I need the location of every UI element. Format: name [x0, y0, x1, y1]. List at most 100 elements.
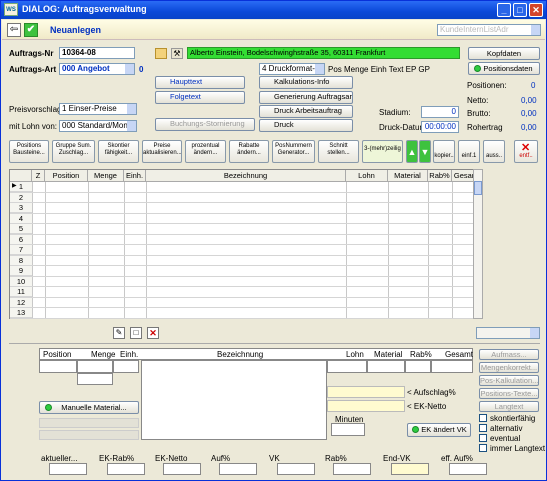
- table-row[interactable]: 3: [10, 203, 481, 214]
- generierung-button[interactable]: Generierung Auftragsarten: [259, 91, 353, 104]
- table-row[interactable]: 4: [10, 213, 481, 224]
- title-bar: WS DIALOG: Auftragsverwaltung _ □ ✕: [1, 1, 546, 19]
- schnittstellen-button[interactable]: Schnitt stellen...: [318, 140, 359, 163]
- table-row[interactable]: 7: [10, 245, 481, 256]
- positionsdaten-label: Positionsdaten: [483, 64, 533, 73]
- immer-langtext-checkbox[interactable]: [479, 444, 487, 452]
- haupttext-button[interactable]: Haupttext: [155, 76, 245, 89]
- aufschlag-input[interactable]: [327, 386, 405, 398]
- table-row[interactable]: 5: [10, 224, 481, 235]
- netto-label: Netto:: [467, 96, 489, 105]
- address-field[interactable]: Alberto Einstein, Bodelschwinghstraße 35…: [187, 47, 460, 59]
- remove-icon[interactable]: ✕: [147, 327, 159, 339]
- positions-bausteine-button[interactable]: Positions Bausteine...: [9, 140, 49, 163]
- detail-lohn-input[interactable]: [327, 360, 367, 373]
- druck-arbeitsauftrag-button[interactable]: Druck Arbeitsauftrag: [259, 105, 353, 118]
- immer-langtext-label: immer Langtext: [490, 444, 546, 453]
- detail-header-menge: Menge: [91, 350, 116, 359]
- table-row[interactable]: 10: [10, 276, 481, 287]
- table-row[interactable]: 13: [10, 308, 481, 319]
- minimize-button[interactable]: _: [497, 3, 511, 17]
- grid-scroll-thumb[interactable]: [474, 181, 482, 195]
- kalkulations-info-button[interactable]: Kalkulations-Info: [259, 76, 353, 89]
- folgetext-button[interactable]: Folgetext: [155, 91, 245, 104]
- aufmass-button[interactable]: Aufmass...: [479, 349, 539, 360]
- detail-readonly-1: [39, 418, 139, 428]
- detail-material-input[interactable]: [367, 360, 405, 373]
- positionen-value: 0: [531, 81, 536, 90]
- minuten-input[interactable]: [331, 423, 365, 436]
- exit-icon[interactable]: ⇦: [7, 23, 21, 37]
- druck-arb-label: Druck Arbeitsauftrag: [274, 106, 342, 115]
- posnummern-button[interactable]: PosNummern Generator...: [272, 140, 315, 163]
- table-row[interactable]: 9: [10, 266, 481, 277]
- gruppe-sum-button[interactable]: Gruppe Sum. Zuschlag...: [52, 140, 95, 163]
- footer-value[interactable]: [333, 463, 371, 475]
- footer-value[interactable]: [391, 463, 429, 475]
- table-row[interactable]: 12: [10, 297, 481, 308]
- arrow-down-icon[interactable]: ▼: [419, 140, 431, 163]
- positions-texte-button[interactable]: Positions-Texte...: [479, 388, 539, 399]
- buchungs-stornierung-button[interactable]: Buchungs-Stornierung: [155, 118, 255, 131]
- window-title: DIALOG: Auftragsverwaltung: [22, 4, 147, 14]
- folgetext-label: Folgetext: [170, 92, 201, 101]
- table-row[interactable]: 2: [10, 192, 481, 203]
- rabatte-button[interactable]: Rabatte ändern...: [229, 140, 269, 163]
- kopfdaten-button[interactable]: Kopfdaten: [468, 47, 540, 60]
- table-row[interactable]: 1 ▶: [10, 182, 481, 193]
- table-row[interactable]: 6: [10, 234, 481, 245]
- mehrzeilig-button[interactable]: 3-(mehr)zeilig: [362, 140, 403, 163]
- manuelle-material-button[interactable]: Manuelle Material...: [39, 401, 139, 414]
- stadium-label: Stadium:: [379, 108, 411, 117]
- edit-icon[interactable]: ✎: [113, 327, 125, 339]
- row-number: 9: [10, 266, 32, 276]
- footer-value[interactable]: [449, 463, 487, 475]
- rohertrag-value: 0,00: [521, 123, 537, 132]
- footer-value[interactable]: [219, 463, 257, 475]
- detail-rab-input[interactable]: [405, 360, 431, 373]
- maximize-button[interactable]: □: [513, 3, 527, 17]
- auftrags-art-select[interactable]: 000 Angebot: [59, 63, 135, 75]
- skontierfaehig-checkbox[interactable]: [479, 414, 487, 422]
- manuelle-label: Manuelle Material...: [61, 403, 127, 412]
- ausschneiden-button[interactable]: auss..: [483, 140, 505, 163]
- preisvorschlag-select[interactable]: 1 Einser-Preise: [59, 103, 137, 115]
- footer-value[interactable]: [277, 463, 315, 475]
- check-icon[interactable]: ✔: [24, 23, 38, 37]
- close-button[interactable]: ✕: [529, 3, 543, 17]
- footer-value[interactable]: [163, 463, 201, 475]
- detail-select[interactable]: [476, 327, 540, 339]
- pos-kalkulation-button[interactable]: Pos-Kalkulation...: [479, 375, 539, 386]
- alternativ-checkbox[interactable]: [479, 424, 487, 432]
- prozentual-button[interactable]: prozentual ändern...: [185, 140, 226, 163]
- druckformat-select[interactable]: 4 Druckformat-4: [259, 63, 325, 75]
- detail-gesamt-input[interactable]: [431, 360, 473, 373]
- auftrags-nr-input[interactable]: 10364-08: [59, 47, 135, 59]
- footer-value[interactable]: [107, 463, 145, 475]
- einfuegen-button[interactable]: einf.1: [458, 140, 480, 163]
- ek-netto-input[interactable]: [327, 400, 405, 412]
- skontier-button[interactable]: Skontier fähigkeit...: [98, 140, 139, 163]
- mengenkorrektur-button[interactable]: Mengenkorrekt...: [479, 362, 539, 373]
- hammer-icon[interactable]: ⚒: [171, 48, 183, 59]
- detail-menge-input[interactable]: [77, 360, 113, 373]
- preise-aktualisieren-button[interactable]: Preise aktualisieren...: [142, 140, 182, 163]
- footer-value[interactable]: [49, 463, 87, 475]
- langtext-button[interactable]: Langtext: [479, 401, 539, 412]
- detail-position-input[interactable]: [39, 360, 77, 373]
- detail-menge-extra[interactable]: [77, 373, 113, 385]
- customer-select[interactable]: KundeInternListAdr: [437, 24, 541, 36]
- table-row[interactable]: 11: [10, 287, 481, 298]
- detail-bezeichnung-text[interactable]: [141, 360, 327, 440]
- druck-button[interactable]: Druck: [259, 119, 353, 132]
- arrow-up-icon[interactable]: ▲: [406, 140, 418, 163]
- eventual-checkbox[interactable]: [479, 434, 487, 442]
- table-row[interactable]: 8: [10, 255, 481, 266]
- mit-lohn-select[interactable]: 000 Standard/Monte: [59, 120, 137, 132]
- positionen-label: Positionen:: [467, 81, 507, 90]
- detail-einh-input[interactable]: [113, 360, 139, 373]
- positions-grid[interactable]: Z Position Menge Einh. Bezeichnung Lohn …: [9, 169, 483, 319]
- folder-icon[interactable]: [155, 48, 167, 59]
- new-icon[interactable]: □: [130, 327, 142, 339]
- kopieren-button[interactable]: kopier..: [433, 140, 455, 163]
